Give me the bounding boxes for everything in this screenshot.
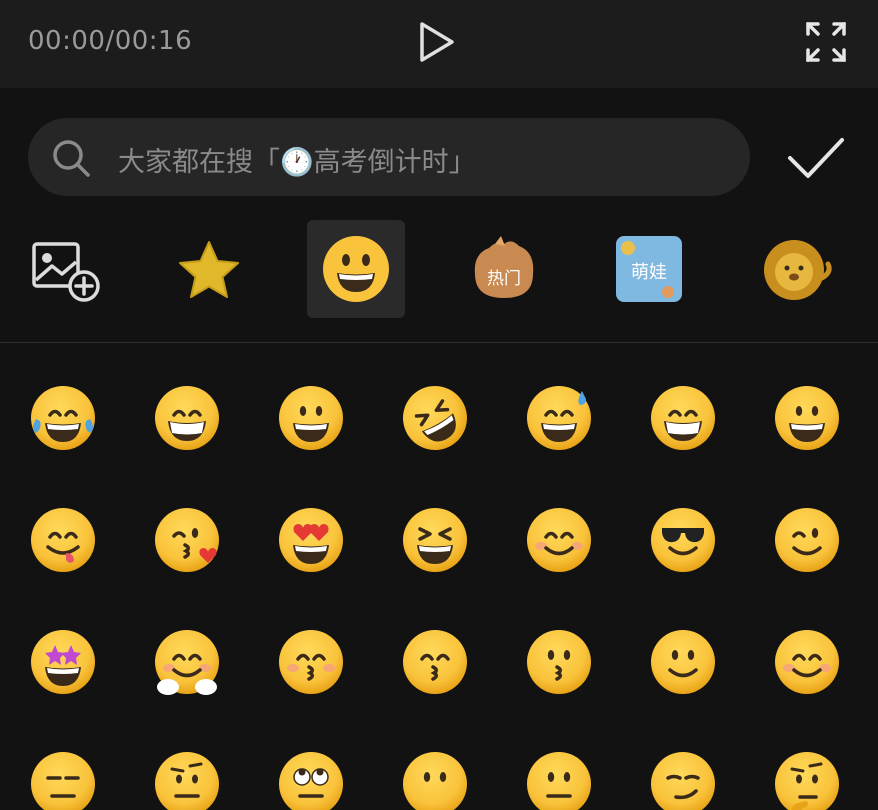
emoji-neutral-icon[interactable] [524,749,594,810]
emoji-smiley-icon[interactable] [772,383,842,453]
checkmark-icon[interactable] [786,132,846,184]
hot-label: 热门 [487,269,521,289]
player-bar: 00:00/00:16 [0,0,878,88]
tab-add-image[interactable] [22,220,120,318]
cute-sticker-icon: 萌娃 [616,236,682,302]
emoji-grin-sweat-icon[interactable] [524,383,594,453]
cute-label: 萌娃 [631,262,667,283]
emoji-tears-of-joy-icon[interactable] [28,383,98,453]
image-add-icon [32,242,100,302]
search-icon [50,137,92,179]
search-row: 大家都在搜「🕐高考倒计时」 [0,88,878,210]
emoji-sunglasses-icon[interactable] [648,505,718,575]
hot-sticker-icon: 热门 [474,236,534,298]
emoji-smiling-relaxed-icon[interactable] [772,627,842,697]
emoji-thinking-icon[interactable] [772,749,842,810]
search-placeholder: 大家都在搜「🕐高考倒计时」 [118,147,476,178]
emoji-rolling-eyes-icon[interactable] [276,749,346,810]
emoji-kissing-icon[interactable] [524,627,594,697]
emoji-grinning-icon[interactable] [276,383,346,453]
tab-hot[interactable]: 热门 [455,220,553,318]
emoji-grin-smiling-eyes-icon[interactable] [648,383,718,453]
play-icon[interactable] [414,20,458,64]
search-input[interactable]: 大家都在搜「🕐高考倒计时」 [28,118,750,196]
tab-lion[interactable] [748,220,846,318]
emoji-star-struck-icon[interactable] [28,627,98,697]
lion-sticker-icon [764,240,832,300]
sticker-category-bar: 热门 萌娃 [0,210,878,343]
fullscreen-icon[interactable] [804,20,848,64]
star-icon [179,241,239,298]
emoji-wink-icon[interactable] [772,505,842,575]
emoji-no-mouth-icon[interactable] [400,749,470,810]
emoji-smirk-icon[interactable] [648,749,718,810]
emoji-rolling-laughing-icon[interactable] [400,383,470,453]
emoji-yum-icon[interactable] [28,505,98,575]
emoji-raised-eyebrow-icon[interactable] [152,749,222,810]
emoji-slight-smile-icon[interactable] [648,627,718,697]
emoji-blush-icon[interactable] [524,505,594,575]
grinning-face-icon [323,236,389,302]
emoji-kissing-closed-eyes-icon[interactable] [276,627,346,697]
playback-time: 00:00/00:16 [28,26,193,56]
emoji-kissing-smiling-eyes-icon[interactable] [400,627,470,697]
emoji-beaming-grin-icon[interactable] [152,383,222,453]
tab-emoji[interactable] [307,220,405,318]
emoji-kissing-heart-icon[interactable] [152,505,222,575]
tab-favorites[interactable] [160,220,258,318]
tab-cute[interactable]: 萌娃 [600,220,698,318]
emoji-grid [0,343,878,810]
emoji-heart-eyes-icon[interactable] [276,505,346,575]
emoji-expressionless-icon[interactable] [28,749,98,810]
emoji-laughing-icon[interactable] [400,505,470,575]
emoji-hugging-icon[interactable] [152,627,222,697]
